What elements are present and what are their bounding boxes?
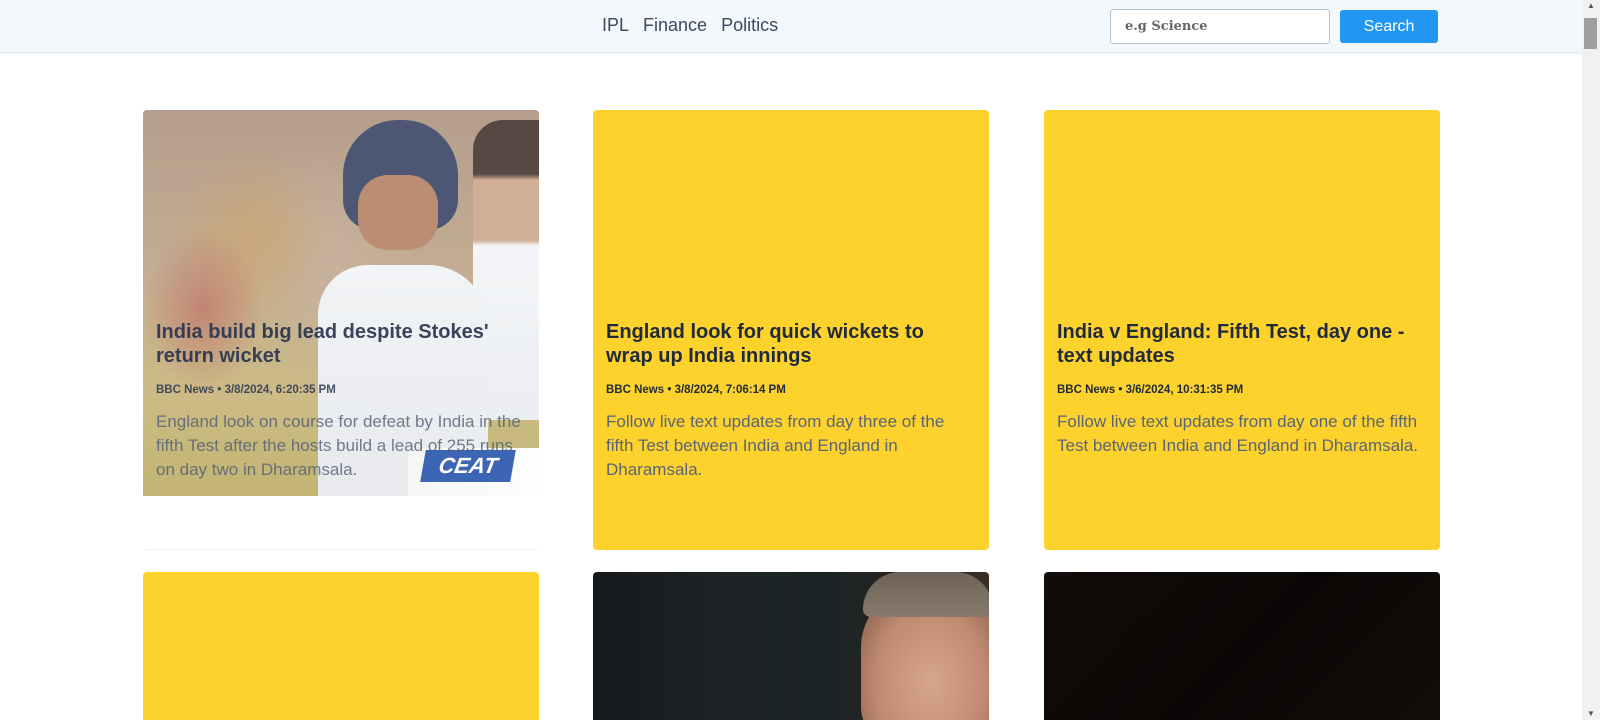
news-card[interactable] <box>593 572 989 720</box>
card-title[interactable]: India build big lead despite Stokes' ret… <box>156 320 526 368</box>
nav-link-politics[interactable]: Politics <box>721 15 778 36</box>
card-meta: BBC News • 3/8/2024, 7:06:14 PM <box>606 384 786 396</box>
card-body: India v England: Fifth Test, day one - t… <box>1057 320 1427 458</box>
scroll-up-arrow-icon[interactable]: ▲ <box>1582 0 1600 12</box>
news-card[interactable]: England look for quick wickets to wrap u… <box>593 110 989 550</box>
card-meta: BBC News • 3/8/2024, 6:20:35 PM <box>156 384 336 396</box>
card-image <box>1044 572 1440 720</box>
card-body: India build big lead despite Stokes' ret… <box>156 320 526 482</box>
card-title[interactable]: India v England: Fifth Test, day one - t… <box>1057 320 1427 368</box>
search-button[interactable]: Search <box>1340 10 1438 43</box>
nav-link-ipl[interactable]: IPL <box>602 15 629 36</box>
news-card[interactable]: India v England: Fifth Test, day one - t… <box>1044 110 1440 550</box>
photo-man-hair <box>863 572 989 617</box>
card-meta: BBC News • 3/6/2024, 10:31:35 PM <box>1057 384 1244 396</box>
nav-link-finance[interactable]: Finance <box>643 15 707 36</box>
top-navbar: IPL Finance Politics Search <box>0 0 1582 53</box>
card-description: England look on course for defeat by Ind… <box>156 412 521 479</box>
news-card[interactable]: CEAT India build big lead despite Stokes… <box>143 110 539 550</box>
news-card[interactable] <box>1044 572 1440 720</box>
scroll-down-arrow-icon[interactable]: ▼ <box>1582 708 1600 720</box>
page-scrollbar[interactable]: ▲ ▼ <box>1582 0 1600 720</box>
card-title[interactable]: England look for quick wickets to wrap u… <box>606 320 976 368</box>
card-description: Follow live text updates from day three … <box>606 412 945 479</box>
scrollbar-thumb[interactable] <box>1584 18 1597 49</box>
card-body: England look for quick wickets to wrap u… <box>606 320 976 482</box>
nav-links: IPL Finance Politics <box>602 15 792 36</box>
card-description: Follow live text updates from day one of… <box>1057 412 1419 455</box>
news-card[interactable] <box>143 572 539 720</box>
card-footer <box>143 496 539 550</box>
search-input[interactable] <box>1110 9 1330 44</box>
